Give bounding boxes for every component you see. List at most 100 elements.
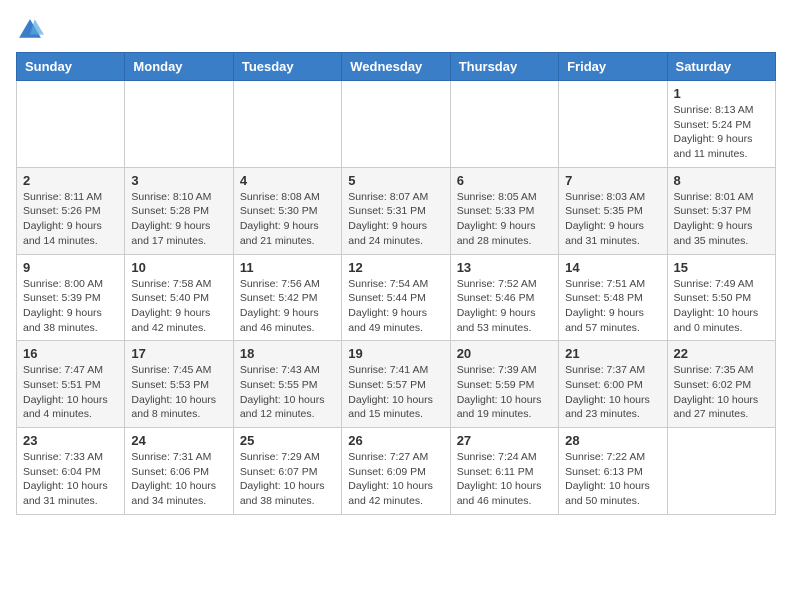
day-info: Sunrise: 7:39 AM Sunset: 5:59 PM Dayligh… bbox=[457, 363, 552, 422]
calendar-cell: 16 Sunrise: 7:47 AM Sunset: 5:51 PM Dayli… bbox=[17, 341, 125, 428]
day-number: 26 bbox=[348, 433, 443, 448]
calendar-cell: 10 Sunrise: 7:58 AM Sunset: 5:40 PM Dayli… bbox=[125, 254, 233, 341]
day-info: Sunrise: 8:07 AM Sunset: 5:31 PM Dayligh… bbox=[348, 190, 443, 249]
calendar-cell bbox=[559, 81, 667, 168]
day-number: 17 bbox=[131, 346, 226, 361]
day-number: 25 bbox=[240, 433, 335, 448]
day-info: Sunrise: 8:00 AM Sunset: 5:39 PM Dayligh… bbox=[23, 277, 118, 336]
day-info: Sunrise: 7:52 AM Sunset: 5:46 PM Dayligh… bbox=[457, 277, 552, 336]
day-number: 27 bbox=[457, 433, 552, 448]
day-number: 13 bbox=[457, 260, 552, 275]
calendar-cell bbox=[450, 81, 558, 168]
day-info: Sunrise: 8:11 AM Sunset: 5:26 PM Dayligh… bbox=[23, 190, 118, 249]
weekday-header-monday: Monday bbox=[125, 53, 233, 81]
calendar-cell: 20 Sunrise: 7:39 AM Sunset: 5:59 PM Dayli… bbox=[450, 341, 558, 428]
day-info: Sunrise: 7:33 AM Sunset: 6:04 PM Dayligh… bbox=[23, 450, 118, 509]
calendar-week-row: 23 Sunrise: 7:33 AM Sunset: 6:04 PM Dayli… bbox=[17, 428, 776, 515]
calendar-cell: 6 Sunrise: 8:05 AM Sunset: 5:33 PM Daylig… bbox=[450, 167, 558, 254]
calendar-cell: 22 Sunrise: 7:35 AM Sunset: 6:02 PM Dayli… bbox=[667, 341, 775, 428]
calendar-cell: 4 Sunrise: 8:08 AM Sunset: 5:30 PM Daylig… bbox=[233, 167, 341, 254]
day-number: 19 bbox=[348, 346, 443, 361]
weekday-header-saturday: Saturday bbox=[667, 53, 775, 81]
day-info: Sunrise: 8:13 AM Sunset: 5:24 PM Dayligh… bbox=[674, 103, 769, 162]
day-number: 12 bbox=[348, 260, 443, 275]
day-number: 7 bbox=[565, 173, 660, 188]
calendar-week-row: 1Sunrise: 8:13 AM Sunset: 5:24 PM Daylig… bbox=[17, 81, 776, 168]
calendar-cell: 11 Sunrise: 7:56 AM Sunset: 5:42 PM Dayli… bbox=[233, 254, 341, 341]
calendar-cell: 14 Sunrise: 7:51 AM Sunset: 5:48 PM Dayli… bbox=[559, 254, 667, 341]
day-info: Sunrise: 7:54 AM Sunset: 5:44 PM Dayligh… bbox=[348, 277, 443, 336]
weekday-header-friday: Friday bbox=[559, 53, 667, 81]
day-number: 11 bbox=[240, 260, 335, 275]
logo bbox=[16, 16, 48, 44]
day-info: Sunrise: 8:05 AM Sunset: 5:33 PM Dayligh… bbox=[457, 190, 552, 249]
calendar-cell: 2 Sunrise: 8:11 AM Sunset: 5:26 PM Daylig… bbox=[17, 167, 125, 254]
day-info: Sunrise: 8:03 AM Sunset: 5:35 PM Dayligh… bbox=[565, 190, 660, 249]
calendar-cell: 28Sunrise: 7:22 AM Sunset: 6:13 PM Dayli… bbox=[559, 428, 667, 515]
calendar-cell bbox=[667, 428, 775, 515]
calendar-week-row: 16 Sunrise: 7:47 AM Sunset: 5:51 PM Dayli… bbox=[17, 341, 776, 428]
day-info: Sunrise: 7:29 AM Sunset: 6:07 PM Dayligh… bbox=[240, 450, 335, 509]
day-info: Sunrise: 7:41 AM Sunset: 5:57 PM Dayligh… bbox=[348, 363, 443, 422]
calendar-cell bbox=[125, 81, 233, 168]
calendar-cell: 3 Sunrise: 8:10 AM Sunset: 5:28 PM Daylig… bbox=[125, 167, 233, 254]
day-info: Sunrise: 8:01 AM Sunset: 5:37 PM Dayligh… bbox=[674, 190, 769, 249]
logo-icon bbox=[16, 16, 44, 44]
day-number: 23 bbox=[23, 433, 118, 448]
calendar-cell bbox=[17, 81, 125, 168]
day-info: Sunrise: 7:31 AM Sunset: 6:06 PM Dayligh… bbox=[131, 450, 226, 509]
calendar-cell bbox=[233, 81, 341, 168]
day-number: 10 bbox=[131, 260, 226, 275]
day-info: Sunrise: 7:22 AM Sunset: 6:13 PM Dayligh… bbox=[565, 450, 660, 509]
day-info: Sunrise: 7:56 AM Sunset: 5:42 PM Dayligh… bbox=[240, 277, 335, 336]
calendar-cell: 27 Sunrise: 7:24 AM Sunset: 6:11 PM Dayli… bbox=[450, 428, 558, 515]
calendar-cell: 26 Sunrise: 7:27 AM Sunset: 6:09 PM Dayli… bbox=[342, 428, 450, 515]
day-number: 9 bbox=[23, 260, 118, 275]
weekday-header-wednesday: Wednesday bbox=[342, 53, 450, 81]
calendar-cell: 7 Sunrise: 8:03 AM Sunset: 5:35 PM Daylig… bbox=[559, 167, 667, 254]
calendar-cell: 17 Sunrise: 7:45 AM Sunset: 5:53 PM Dayli… bbox=[125, 341, 233, 428]
day-number: 21 bbox=[565, 346, 660, 361]
day-info: Sunrise: 7:47 AM Sunset: 5:51 PM Dayligh… bbox=[23, 363, 118, 422]
calendar-week-row: 9 Sunrise: 8:00 AM Sunset: 5:39 PM Daylig… bbox=[17, 254, 776, 341]
day-info: Sunrise: 7:24 AM Sunset: 6:11 PM Dayligh… bbox=[457, 450, 552, 509]
weekday-header-tuesday: Tuesday bbox=[233, 53, 341, 81]
calendar-cell: 24 Sunrise: 7:31 AM Sunset: 6:06 PM Dayli… bbox=[125, 428, 233, 515]
day-info: Sunrise: 7:35 AM Sunset: 6:02 PM Dayligh… bbox=[674, 363, 769, 422]
day-number: 20 bbox=[457, 346, 552, 361]
calendar-table: SundayMondayTuesdayWednesdayThursdayFrid… bbox=[16, 52, 776, 515]
day-number: 2 bbox=[23, 173, 118, 188]
calendar-week-row: 2 Sunrise: 8:11 AM Sunset: 5:26 PM Daylig… bbox=[17, 167, 776, 254]
calendar-cell: 25 Sunrise: 7:29 AM Sunset: 6:07 PM Dayli… bbox=[233, 428, 341, 515]
day-number: 14 bbox=[565, 260, 660, 275]
day-info: Sunrise: 7:51 AM Sunset: 5:48 PM Dayligh… bbox=[565, 277, 660, 336]
weekday-header-sunday: Sunday bbox=[17, 53, 125, 81]
day-number: 4 bbox=[240, 173, 335, 188]
day-info: Sunrise: 7:58 AM Sunset: 5:40 PM Dayligh… bbox=[131, 277, 226, 336]
calendar-cell: 13 Sunrise: 7:52 AM Sunset: 5:46 PM Dayli… bbox=[450, 254, 558, 341]
day-info: Sunrise: 8:08 AM Sunset: 5:30 PM Dayligh… bbox=[240, 190, 335, 249]
calendar-cell: 18Sunrise: 7:43 AM Sunset: 5:55 PM Dayli… bbox=[233, 341, 341, 428]
day-info: Sunrise: 8:10 AM Sunset: 5:28 PM Dayligh… bbox=[131, 190, 226, 249]
calendar-header-row: SundayMondayTuesdayWednesdayThursdayFrid… bbox=[17, 53, 776, 81]
calendar-cell: 15Sunrise: 7:49 AM Sunset: 5:50 PM Dayli… bbox=[667, 254, 775, 341]
calendar-cell: 9 Sunrise: 8:00 AM Sunset: 5:39 PM Daylig… bbox=[17, 254, 125, 341]
page-header bbox=[16, 16, 776, 44]
calendar-cell: 8 Sunrise: 8:01 AM Sunset: 5:37 PM Daylig… bbox=[667, 167, 775, 254]
day-number: 16 bbox=[23, 346, 118, 361]
day-number: 5 bbox=[348, 173, 443, 188]
calendar-cell: 12 Sunrise: 7:54 AM Sunset: 5:44 PM Dayli… bbox=[342, 254, 450, 341]
day-number: 8 bbox=[674, 173, 769, 188]
calendar-cell: 19 Sunrise: 7:41 AM Sunset: 5:57 PM Dayli… bbox=[342, 341, 450, 428]
weekday-header-thursday: Thursday bbox=[450, 53, 558, 81]
calendar-cell: 1Sunrise: 8:13 AM Sunset: 5:24 PM Daylig… bbox=[667, 81, 775, 168]
day-number: 18 bbox=[240, 346, 335, 361]
calendar-cell: 23 Sunrise: 7:33 AM Sunset: 6:04 PM Dayli… bbox=[17, 428, 125, 515]
day-info: Sunrise: 7:27 AM Sunset: 6:09 PM Dayligh… bbox=[348, 450, 443, 509]
day-number: 22 bbox=[674, 346, 769, 361]
day-info: Sunrise: 7:37 AM Sunset: 6:00 PM Dayligh… bbox=[565, 363, 660, 422]
day-info: Sunrise: 7:45 AM Sunset: 5:53 PM Dayligh… bbox=[131, 363, 226, 422]
day-number: 3 bbox=[131, 173, 226, 188]
day-number: 24 bbox=[131, 433, 226, 448]
day-number: 6 bbox=[457, 173, 552, 188]
